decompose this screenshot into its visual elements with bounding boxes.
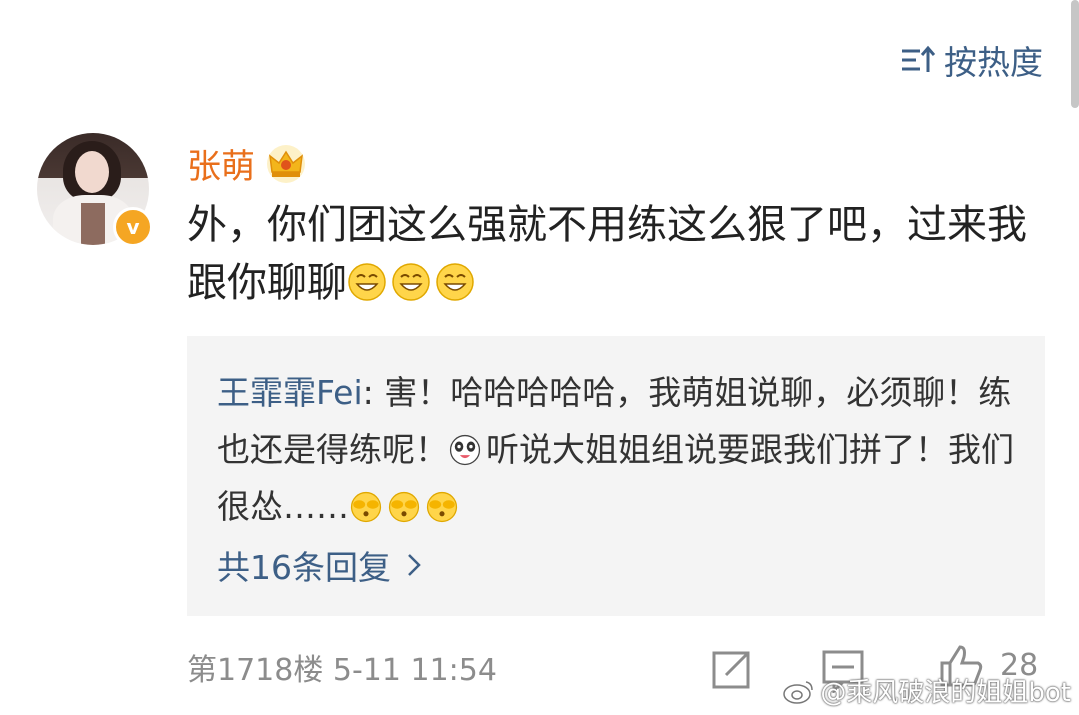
more-replies-label: 共16条回复 xyxy=(217,548,391,587)
grin-emoji-icon xyxy=(436,263,474,301)
sort-by-hot-button[interactable]: 按热度 xyxy=(900,40,1043,82)
verified-badge-icon: v xyxy=(113,207,153,247)
cover-face-emoji-icon xyxy=(350,491,382,523)
reply-username[interactable]: 王霏霏Fei xyxy=(217,373,363,412)
grin-emoji-icon xyxy=(392,263,430,301)
doge-emoji-icon xyxy=(449,434,481,466)
weibo-logo-icon xyxy=(783,680,814,704)
author-name[interactable]: 张萌 xyxy=(187,139,255,188)
share-icon[interactable] xyxy=(708,647,754,693)
cover-face-emoji-icon xyxy=(426,491,458,523)
sort-label: 按热度 xyxy=(944,43,1043,82)
avatar[interactable]: v xyxy=(37,133,153,249)
reply-preview[interactable]: 王霏霏Fei: 害！哈哈哈哈哈，我萌姐说聊，必须聊！练也还是得练呢！ 听说大姐姐组… xyxy=(187,336,1045,616)
chevron-right-icon xyxy=(408,554,421,576)
comment-author[interactable]: 张萌 xyxy=(187,139,307,188)
comment-text: 外，你们团这么强就不用练这么狠了吧，过来我跟你聊聊 xyxy=(187,202,1027,306)
reply-text: 王霏霏Fei: 害！哈哈哈哈哈，我萌姐说聊，必须聊！练也还是得练呢！ 听说大姐姐组… xyxy=(217,373,1014,526)
grin-emoji-icon xyxy=(348,263,386,301)
watermark: @乘风破浪的姐姐bot xyxy=(782,672,1071,709)
cover-face-emoji-icon xyxy=(388,491,420,523)
scrollbar[interactable] xyxy=(1071,0,1079,108)
sort-icon xyxy=(902,45,936,72)
view-more-replies-link[interactable]: 共16条回复 xyxy=(217,541,423,589)
crown-icon xyxy=(267,144,305,183)
